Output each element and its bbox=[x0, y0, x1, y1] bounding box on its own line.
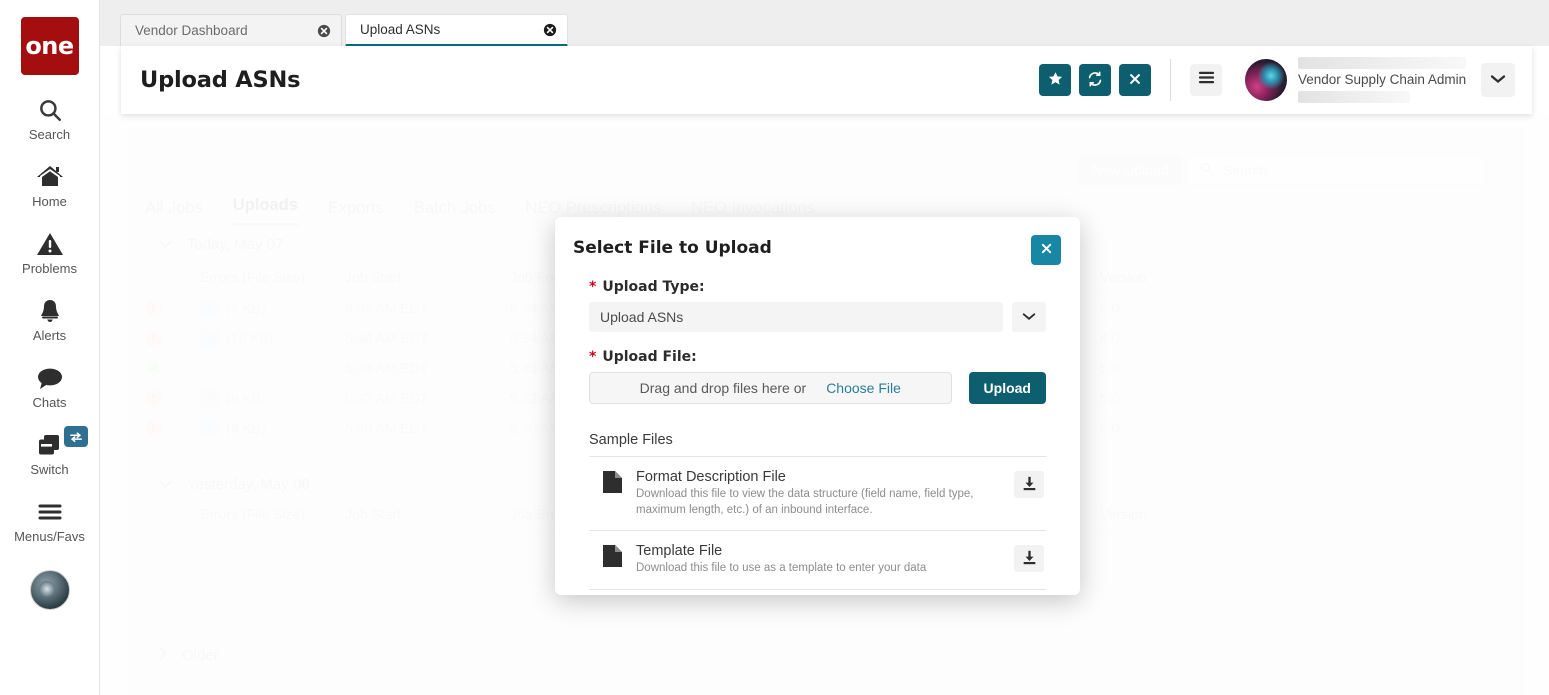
x-icon bbox=[1128, 72, 1142, 89]
upload-type-dropdown-button[interactable] bbox=[1012, 302, 1046, 332]
refresh-button[interactable] bbox=[1079, 64, 1111, 96]
dialog-body: * Upload Type: Upload ASNs * Upload File… bbox=[555, 279, 1080, 590]
sidebar-item-alerts[interactable]: Alerts bbox=[0, 296, 100, 343]
sample-files-title: Sample Files bbox=[589, 432, 1046, 448]
user-menu[interactable]: Vendor Supply Chain Admin bbox=[1245, 57, 1515, 103]
download-icon bbox=[1022, 550, 1037, 568]
redacted-user-line-bottom bbox=[1298, 91, 1410, 103]
page-header: Upload ASNs bbox=[121, 46, 1532, 114]
header-menu-button[interactable] bbox=[1190, 64, 1222, 96]
star-icon bbox=[1048, 71, 1063, 89]
sample-file-texts: Template File Download this file to use … bbox=[636, 543, 1000, 577]
refresh-icon bbox=[1087, 71, 1103, 90]
sidebar-label-problems: Problems bbox=[22, 261, 77, 276]
tab-label: Upload ASNs bbox=[360, 22, 440, 37]
sidebar-item-problems[interactable]: Problems bbox=[0, 229, 100, 276]
tab-vendor-dashboard[interactable]: Vendor Dashboard bbox=[120, 14, 342, 46]
redacted-user-line-top bbox=[1298, 57, 1466, 69]
upload-type-label: Upload Type: bbox=[602, 279, 704, 295]
sample-files-list: Format Description File Download this fi… bbox=[589, 456, 1046, 590]
sidebar-label-menus-favs: Menus/Favs bbox=[14, 529, 85, 544]
tab-close-icon[interactable] bbox=[517, 23, 557, 37]
sidebar-label-search: Search bbox=[29, 127, 70, 142]
search-icon bbox=[37, 95, 63, 125]
list-item: Template File Download this file to use … bbox=[589, 531, 1046, 590]
header-actions bbox=[1039, 64, 1151, 96]
chevron-down-icon bbox=[1490, 71, 1506, 89]
file-dropzone[interactable]: Drag and drop files here or Choose File bbox=[589, 372, 952, 404]
rail-avatar[interactable] bbox=[30, 570, 70, 610]
upload-button[interactable]: Upload bbox=[969, 372, 1046, 404]
hamburger-icon bbox=[36, 497, 64, 527]
select-file-to-upload-dialog: Select File to Upload * Upload Type: Upl… bbox=[555, 217, 1080, 595]
x-icon bbox=[1040, 242, 1053, 258]
swap-arrows-icon[interactable] bbox=[64, 426, 88, 447]
left-nav-rail: one Search Home bbox=[0, 0, 100, 695]
warning-triangle-icon bbox=[36, 229, 64, 259]
dialog-header: Select File to Upload bbox=[555, 217, 1080, 279]
required-asterisk: * bbox=[589, 350, 596, 364]
sidebar-item-home[interactable]: Home bbox=[0, 162, 100, 209]
file-icon bbox=[603, 545, 622, 572]
sample-file-description: Download this file to use as a template … bbox=[636, 561, 976, 577]
hamburger-icon bbox=[1198, 71, 1215, 89]
sample-file-texts: Format Description File Download this fi… bbox=[636, 469, 1000, 518]
tab-close-icon[interactable] bbox=[291, 24, 331, 38]
user-info: Vendor Supply Chain Admin bbox=[1298, 57, 1470, 103]
chat-bubble-icon bbox=[36, 363, 64, 393]
home-icon bbox=[36, 162, 64, 192]
bell-icon bbox=[37, 296, 63, 326]
avatar bbox=[1245, 59, 1287, 101]
tab-label: Vendor Dashboard bbox=[135, 23, 248, 38]
page-title: Upload ASNs bbox=[140, 67, 300, 93]
sidebar-label-switch: Switch bbox=[30, 462, 68, 477]
dialog-title: Select File to Upload bbox=[573, 238, 772, 258]
choose-file-link[interactable]: Choose File bbox=[826, 380, 901, 396]
sample-file-name: Template File bbox=[636, 543, 1000, 559]
tab-upload-asns[interactable]: Upload ASNs bbox=[345, 14, 568, 47]
download-format-description-button[interactable] bbox=[1014, 471, 1044, 498]
one-network-logo[interactable]: one bbox=[21, 17, 79, 75]
sidebar-item-chats[interactable]: Chats bbox=[0, 363, 100, 410]
sample-file-name: Format Description File bbox=[636, 469, 1000, 485]
upload-type-select[interactable]: Upload ASNs bbox=[589, 302, 1003, 332]
sidebar-label-alerts: Alerts bbox=[33, 328, 66, 343]
sidebar-item-search[interactable]: Search bbox=[0, 95, 100, 142]
sidebar-item-switch[interactable]: Switch bbox=[0, 430, 100, 477]
required-asterisk: * bbox=[589, 280, 596, 294]
download-icon bbox=[1022, 476, 1037, 494]
sidebar-item-menus-favs[interactable]: Menus/Favs bbox=[0, 497, 100, 544]
dialog-close-button[interactable] bbox=[1031, 235, 1061, 265]
favorite-button[interactable] bbox=[1039, 64, 1071, 96]
app-root: one Search Home bbox=[0, 0, 1549, 695]
upload-file-field: Drag and drop files here or Choose File … bbox=[589, 372, 1046, 404]
user-role-label: Vendor Supply Chain Admin bbox=[1298, 72, 1470, 87]
dropzone-text: Drag and drop files here or bbox=[640, 380, 807, 396]
upload-type-label-row: * Upload Type: bbox=[589, 279, 1046, 295]
browser-tab-strip: Vendor Dashboard Upload ASNs bbox=[100, 0, 1549, 46]
sidebar-label-home: Home bbox=[32, 194, 67, 209]
upload-file-label-row: * Upload File: bbox=[589, 349, 1046, 365]
user-menu-caret[interactable] bbox=[1481, 63, 1515, 97]
chevron-down-icon bbox=[1022, 308, 1036, 326]
close-page-button[interactable] bbox=[1119, 64, 1151, 96]
sidebar-label-chats: Chats bbox=[33, 395, 67, 410]
download-template-button[interactable] bbox=[1014, 545, 1044, 572]
file-icon bbox=[603, 471, 622, 498]
header-divider bbox=[1170, 59, 1171, 101]
upload-file-label: Upload File: bbox=[602, 349, 696, 365]
upload-type-field: Upload ASNs bbox=[589, 302, 1046, 332]
windows-stack-icon bbox=[36, 430, 64, 460]
sample-file-description: Download this file to view the data stru… bbox=[636, 487, 976, 518]
list-item: Format Description File Download this fi… bbox=[589, 457, 1046, 531]
